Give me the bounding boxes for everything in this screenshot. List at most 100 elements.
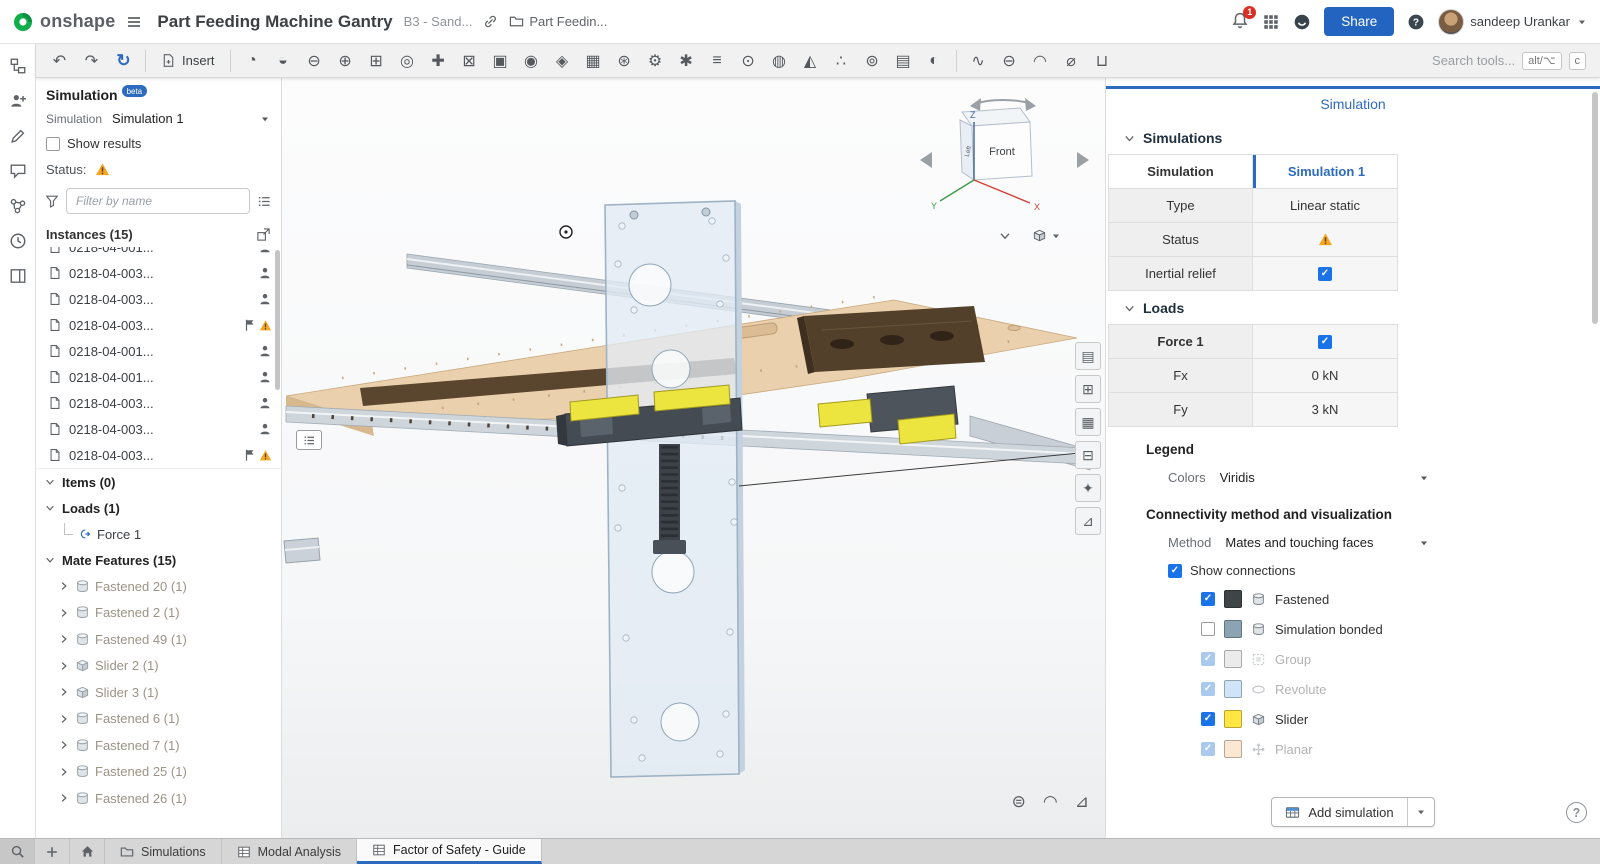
panel-tab-icon[interactable]: ⊞ xyxy=(1075,375,1101,403)
assembly-tool-icon[interactable]: ⊛ xyxy=(609,48,640,74)
mate-features-section-header[interactable]: Mate Features (15) xyxy=(36,547,281,573)
right-panel-scrollbar[interactable] xyxy=(1592,92,1598,324)
chevron-right-icon[interactable] xyxy=(58,766,70,778)
panel-tab-icon[interactable]: ⊿ xyxy=(1075,507,1101,535)
instance-row[interactable]: 0218-04-003... xyxy=(36,442,281,468)
rail-stub[interactable] xyxy=(284,538,320,563)
instance-row[interactable]: 0218-04-001... xyxy=(36,247,281,260)
list-view-icon[interactable] xyxy=(257,194,272,209)
items-section-header[interactable]: Items (0) xyxy=(36,469,281,495)
view-tool-icon[interactable]: ⊜ xyxy=(1012,792,1026,812)
instance-row[interactable]: 0218-04-001... xyxy=(36,364,281,390)
view-tool-icon[interactable]: ⊿ xyxy=(1075,792,1089,812)
redo-icon[interactable]: ↷ xyxy=(76,48,107,74)
force-item[interactable]: Force 1 xyxy=(36,521,281,547)
assembly-tool-icon[interactable]: ◭ xyxy=(795,48,826,74)
new-tab-button[interactable] xyxy=(35,839,70,864)
assembly-tool-icon[interactable]: ⊕ xyxy=(330,48,361,74)
history-icon[interactable] xyxy=(4,227,32,254)
assembly-tool-icon[interactable]: ◈ xyxy=(547,48,578,74)
filter-funnel-icon[interactable] xyxy=(45,194,59,208)
colors-dropdown[interactable]: Colors Viridis xyxy=(1106,463,1436,492)
inertial-relief-checkbox[interactable] xyxy=(1318,267,1332,281)
view-tool-icon[interactable]: ◠ xyxy=(1043,792,1058,812)
assembly-tool-icon[interactable]: ◒ xyxy=(268,48,299,74)
analysis-tool-icon[interactable]: ⊔ xyxy=(1087,48,1118,74)
chevron-right-icon[interactable] xyxy=(58,713,70,725)
assembly-tool-icon[interactable]: ▣ xyxy=(485,48,516,74)
mate-feature-row[interactable]: Fastened 49 (1) xyxy=(36,626,281,653)
insert-button[interactable]: Insert xyxy=(152,48,224,74)
connection-checkbox[interactable] xyxy=(1201,592,1215,606)
mate-feature-row[interactable]: Fastened 26 (1) xyxy=(36,785,281,812)
chevron-right-icon[interactable] xyxy=(58,686,70,698)
mate-feature-row[interactable]: Fastened 25 (1) xyxy=(36,759,281,786)
link-icon[interactable] xyxy=(483,14,498,29)
connection-checkbox[interactable] xyxy=(1201,682,1215,696)
connection-checkbox[interactable] xyxy=(1201,712,1215,726)
analysis-tool-icon[interactable]: ⌀ xyxy=(1056,48,1087,74)
notifications-button[interactable]: 1 xyxy=(1231,11,1249,32)
panel-tab-icon[interactable]: ⊟ xyxy=(1075,441,1101,469)
type-value[interactable]: Linear static xyxy=(1253,189,1398,222)
chevron-right-icon[interactable] xyxy=(58,633,70,645)
loads-section-header[interactable]: Loads (1) xyxy=(36,495,281,521)
folder-breadcrumb[interactable]: Part Feedin... xyxy=(509,14,607,29)
panel-tab-icon[interactable]: ✦ xyxy=(1075,474,1101,502)
instance-row[interactable]: 0218-04-003... xyxy=(36,286,281,312)
mate-feature-row[interactable]: Slider 3 (1) xyxy=(36,679,281,706)
connection-checkbox[interactable] xyxy=(1201,622,1215,636)
assembly-tool-icon[interactable]: ⊠ xyxy=(454,48,485,74)
panel-help-button[interactable]: ? xyxy=(1566,802,1587,823)
simulations-section-header[interactable]: Simulations xyxy=(1106,121,1600,154)
filter-input[interactable] xyxy=(66,188,250,214)
fx-value[interactable]: 0 kN xyxy=(1253,359,1398,392)
home-tab-button[interactable] xyxy=(70,839,105,864)
assembly-tool-icon[interactable]: ▤ xyxy=(888,48,919,74)
collapsed-list-button[interactable] xyxy=(296,430,322,450)
3d-viewport[interactable]: Front Left Z Y X xyxy=(282,78,1105,838)
help-icon[interactable] xyxy=(1407,13,1425,31)
show-connections-checkbox[interactable] xyxy=(1168,564,1182,578)
chevron-right-icon[interactable] xyxy=(58,607,70,619)
analysis-tool-icon[interactable]: ⊖ xyxy=(994,48,1025,74)
assembly-tool-icon[interactable]: ▦ xyxy=(578,48,609,74)
status-warning-icon[interactable] xyxy=(1318,232,1333,247)
rotate-right-arrow[interactable] xyxy=(1077,152,1089,168)
assembly-tool-icon[interactable]: ⊖ xyxy=(299,48,330,74)
instance-row[interactable]: 0218-04-001... xyxy=(36,338,281,364)
panels-icon[interactable] xyxy=(4,262,32,289)
loads-section-header[interactable]: Loads xyxy=(1106,291,1600,324)
assembly-tool-icon[interactable]: ✱ xyxy=(671,48,702,74)
simulation-selector[interactable]: Simulation Simulation 1 xyxy=(36,106,281,131)
onshape-logo[interactable]: onshape xyxy=(12,11,115,33)
markup-icon[interactable] xyxy=(4,122,32,149)
search-tabs-button[interactable] xyxy=(0,839,35,864)
right-panel-title[interactable]: Simulation xyxy=(1106,89,1600,121)
chevron-down-icon[interactable] xyxy=(998,229,1012,243)
assembly-tool-icon[interactable]: ◉ xyxy=(516,48,547,74)
show-results-checkbox[interactable] xyxy=(46,137,60,151)
version-label[interactable]: B3 - Sand... xyxy=(404,14,473,29)
share-button[interactable]: Share xyxy=(1324,7,1394,36)
instance-row[interactable]: 0218-04-003... xyxy=(36,260,281,286)
mate-feature-row[interactable]: Fastened 2 (1) xyxy=(36,600,281,627)
connections-icon[interactable] xyxy=(4,192,32,219)
connection-checkbox[interactable] xyxy=(1201,742,1215,756)
view-cube[interactable]: Front Left Z Y X xyxy=(912,88,1097,238)
undo-icon[interactable]: ↶ xyxy=(44,48,75,74)
assembly-tool-icon[interactable]: ◍ xyxy=(764,48,795,74)
assembly-tool-icon[interactable]: ✚ xyxy=(423,48,454,74)
assembly-tool-icon[interactable]: ◎ xyxy=(392,48,423,74)
instance-row[interactable]: 0218-04-003... xyxy=(36,416,281,442)
fy-value[interactable]: 3 kN xyxy=(1253,393,1398,426)
assembly-tool-icon[interactable]: ≡ xyxy=(702,48,733,74)
mate-feature-row[interactable]: Fastened 6 (1) xyxy=(36,706,281,733)
chevron-right-icon[interactable] xyxy=(58,580,70,592)
warning-icon[interactable] xyxy=(95,162,110,177)
instance-row[interactable]: 0218-04-003... xyxy=(36,390,281,416)
chevron-right-icon[interactable] xyxy=(58,739,70,751)
resource-center-icon[interactable] xyxy=(1293,13,1311,31)
analysis-tool-icon[interactable]: ∿ xyxy=(963,48,994,74)
assembly-tool-icon[interactable]: ◐ xyxy=(919,48,950,74)
